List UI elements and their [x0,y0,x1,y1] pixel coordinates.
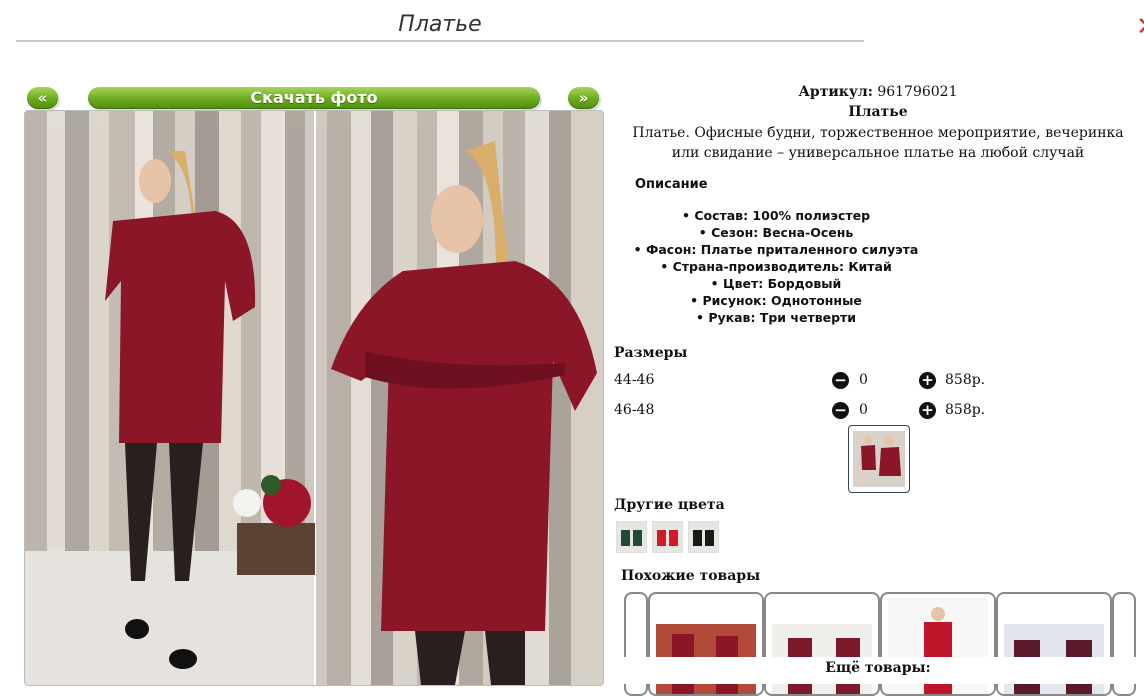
article-line: Артикул: 961796021 [612,84,1144,100]
product-name: Платье [848,104,908,120]
spec-item: Рукав: Три четверти [612,309,940,326]
title-divider [16,40,864,42]
dress-thumb-image [653,522,682,552]
spec-list: Состав: 100% полиэстер Сезон: Весна-Осен… [612,207,940,326]
spec-item: Цвет: Бордовый [612,275,940,292]
size-label: 46-48 [614,402,655,418]
article-label: Артикул: [798,84,873,100]
description-heading: Описание [635,177,708,192]
prev-photo-button[interactable]: « [27,87,58,109]
next-photo-button[interactable]: » [568,87,599,109]
quantity-value: 0 [859,372,868,388]
product-photo-image [25,111,603,685]
selected-photo-thumbnail[interactable] [848,425,910,493]
quantity-value: 0 [859,402,868,418]
dress-thumb-image [689,522,718,552]
more-items-label: Ещё товары: [825,660,931,676]
color-thumb-black[interactable] [688,521,719,553]
price-value: 858р. [945,372,986,388]
size-row: 46-48 − 0 + 858р. [614,402,994,424]
color-thumb-red[interactable] [652,521,683,553]
minus-icon[interactable]: − [832,372,849,389]
spec-item: Страна-производитель: Китай [612,258,940,275]
spec-item: Фасон: Платье приталенного силуэта [612,241,940,258]
spec-item: Состав: 100% полиэстер [612,207,940,224]
sizes-heading: Размеры [614,345,688,361]
plus-icon[interactable]: + [919,372,936,389]
size-row: 44-46 − 0 + 858р. [614,372,994,394]
plus-icon[interactable]: + [919,402,936,419]
spec-item: Рисунок: Однотонные [612,292,940,309]
download-photo-button[interactable]: Скачать фото [88,87,540,109]
product-description: Платье. Офисные будни, торжественное мер… [632,125,1124,161]
page-title: Платье [398,12,482,37]
price-value: 858р. [945,402,986,418]
size-label: 44-46 [614,372,655,388]
spec-item: Сезон: Весна-Осень [612,224,940,241]
similar-heading: Похожие товары [621,568,761,584]
thumbnail-image [853,431,905,487]
dress-thumb-image [617,522,646,552]
close-icon[interactable]: ✕ [1136,14,1144,40]
product-photo[interactable] [24,110,604,686]
other-colors-heading: Другие цвета [614,497,725,513]
article-value: 961796021 [877,84,958,100]
minus-icon[interactable]: − [832,402,849,419]
color-thumb-green[interactable] [616,521,647,553]
